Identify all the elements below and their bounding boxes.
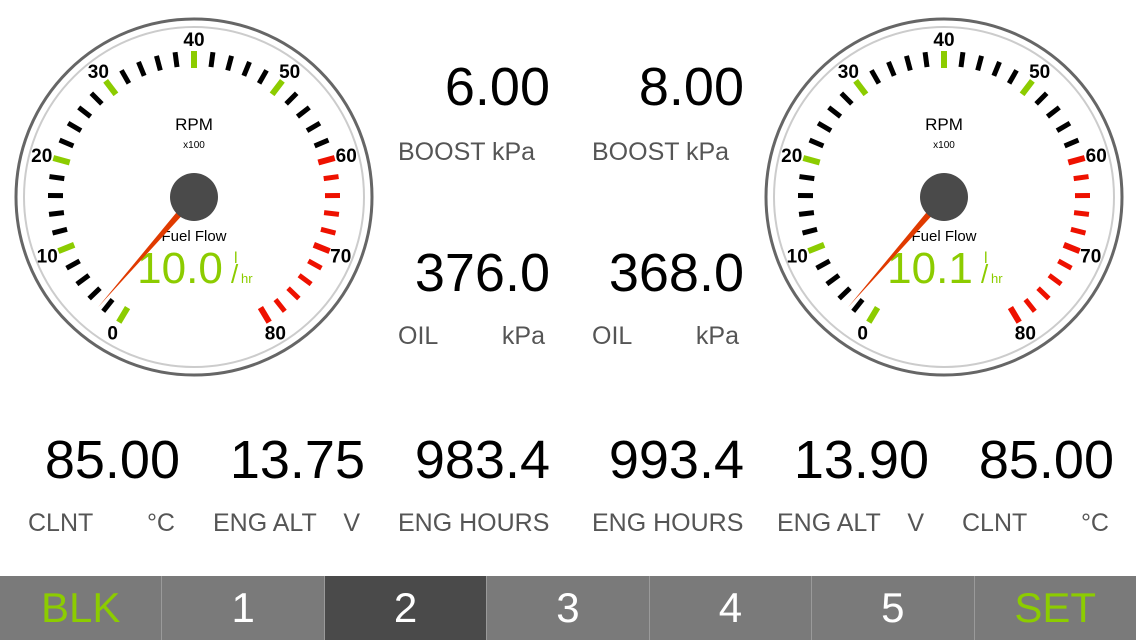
- rpm-gauge-right-scale-label-40: 40: [933, 30, 954, 51]
- coolant-left-label-group: CLNT °C: [28, 511, 175, 536]
- rpm-gauge-left-scale-label-80: 80: [265, 323, 286, 344]
- rpm-gauge-right-needle-hub: [920, 173, 968, 221]
- rpm-gauge-right-scale-label-30: 30: [838, 62, 859, 83]
- nav-page-3-button[interactable]: 3: [487, 576, 650, 640]
- boost-right-value: 8.00: [638, 57, 744, 117]
- rpm-gauge-right-scale-label-50: 50: [1029, 62, 1050, 83]
- rpm-gauge-left-tick-62: [323, 174, 339, 182]
- rpm-gauge-left-scale-label-30: 30: [88, 62, 109, 83]
- rpm-gauge-right-tick-62: [1073, 174, 1089, 182]
- rpm-gauge-right-scale-label-60: 60: [1086, 146, 1107, 167]
- rpm-gauge-right-tick-18: [799, 174, 815, 182]
- alternator-right-value: 13.90: [793, 430, 929, 490]
- rpm-gauge-left-title: RPM: [175, 115, 213, 134]
- rpm-gauge-left-scale-label-20: 20: [31, 146, 52, 167]
- rpm-gauge-right-fuel-unit-denominator: hr: [991, 271, 1003, 286]
- oil-right-label-group: OIL kPa: [592, 324, 739, 349]
- rpm-gauge-right-fuel-flow-label: Fuel Flow: [911, 228, 976, 245]
- nav-blk-button[interactable]: BLK: [0, 576, 163, 640]
- rpm-gauge-left-dial: 01020304050607080RPMx100Fuel Flow10.0 l/h…: [14, 17, 374, 377]
- rpm-gauge-right-scale-label-0: 0: [857, 323, 868, 344]
- coolant-right-unit: °C: [1080, 509, 1109, 537]
- rpm-gauge-left-fuel-flow-value: 10.0: [137, 244, 223, 293]
- rpm-gauge-right-scale-label-10: 10: [787, 247, 808, 268]
- engine-dashboard: 0 10 20 30 40 50 60 70 80 RPM x100 Fuel Flow 10.0 l / h…: [0, 0, 1136, 640]
- rpm-gauge-left-tick-42: [208, 51, 216, 68]
- coolant-right-label: CLNT: [962, 509, 1028, 537]
- oil-left-label: OIL: [398, 322, 439, 350]
- rpm-gauge-right-scale-label-70: 70: [1080, 247, 1101, 268]
- alternator-left-label: ENG ALT: [213, 509, 317, 537]
- boost-left-label: BOOST kPa: [398, 138, 536, 166]
- rpm-gauge-left-scale-label-50: 50: [279, 62, 300, 83]
- rpm-gauge-right-fuel-flow-value: 10.1: [887, 244, 973, 293]
- rpm-gauge-right-tick-66: [1073, 210, 1090, 217]
- alternator-right-label-group: ENG ALT V: [777, 511, 924, 536]
- rpm-gauge-right-dial: 01020304050607080RPMx100Fuel Flow10.1 l/h…: [764, 17, 1124, 377]
- nav-page-4-button[interactable]: 4: [650, 576, 813, 640]
- rpm-gauge-left-scale-label-0: 0: [107, 323, 118, 344]
- coolant-left-unit: °C: [146, 509, 175, 537]
- rpm-gauge-right-scale-label-20: 20: [781, 146, 802, 167]
- oil-left-unit: kPa: [501, 322, 545, 350]
- coolant-left-value: 85.00: [44, 430, 180, 490]
- rpm-gauge-left-needle-hub: [170, 173, 218, 221]
- oil-right-label: OIL: [592, 322, 633, 350]
- oil-left-label-group: OIL kPa: [398, 324, 545, 349]
- rpm-gauge-left-tick-66: [323, 210, 340, 217]
- coolant-right-value: 85.00: [978, 430, 1114, 490]
- nav-page-5-button[interactable]: 5: [812, 576, 975, 640]
- rpm-gauge-left-scale-label-40: 40: [183, 30, 204, 51]
- alternator-left-value: 13.75: [229, 430, 365, 490]
- rpm-gauge-right: 0 10 20 30 40 50 60 70 80 RPM x100 Fuel Flow 10.1 l / h…: [762, 15, 1126, 379]
- oil-right-unit: kPa: [695, 322, 739, 350]
- engine-hours-left-label: ENG HOURS: [398, 509, 550, 537]
- rpm-gauge-right-multiplier: x100: [933, 140, 955, 151]
- coolant-right-label-group: CLNT °C: [962, 511, 1109, 536]
- rpm-gauge-right-fuel-unit-slash: /: [981, 259, 989, 289]
- rpm-gauge-left-fuel-unit-denominator: hr: [241, 271, 253, 286]
- alternator-left-unit: V: [343, 509, 360, 537]
- rpm-gauge-left-scale-label-70: 70: [330, 247, 351, 268]
- rpm-gauge-left-tick-18: [49, 174, 65, 182]
- coolant-left-label: CLNT: [28, 509, 94, 537]
- oil-right-value: 368.0: [608, 243, 744, 303]
- rpm-gauge-left-multiplier: x100: [183, 140, 205, 151]
- nav-set-button[interactable]: SET: [975, 576, 1136, 640]
- rpm-gauge-right-tick-14: [798, 210, 815, 217]
- boost-left-value: 6.00: [444, 57, 550, 117]
- oil-left-value: 376.0: [414, 243, 550, 303]
- engine-hours-left-value: 983.4: [414, 430, 550, 490]
- rpm-gauge-left-scale-label-10: 10: [37, 247, 58, 268]
- rpm-gauge-left-fuel-unit-slash: /: [231, 259, 239, 289]
- alternator-right-label: ENG ALT: [777, 509, 881, 537]
- nav-page-2-button[interactable]: 2: [324, 576, 488, 640]
- rpm-gauge-right-title: RPM: [925, 115, 963, 134]
- alternator-right-unit: V: [907, 509, 924, 537]
- rpm-gauge-right-scale-label-80: 80: [1015, 323, 1036, 344]
- rpm-gauge-right-tick-38: [922, 51, 930, 68]
- rpm-gauge-left-tick-38: [172, 51, 180, 68]
- rpm-gauge-left-fuel-flow-label: Fuel Flow: [161, 228, 226, 245]
- engine-hours-right-value: 993.4: [608, 430, 744, 490]
- engine-hours-right-label: ENG HOURS: [592, 509, 744, 537]
- rpm-gauge-right-tick-42: [958, 51, 966, 68]
- rpm-gauge-left: 0 10 20 30 40 50 60 70 80 RPM x100 Fuel Flow 10.0 l / h…: [12, 15, 376, 379]
- page-nav-bar: BLK 1 2 3 4 5 SET: [0, 576, 1136, 640]
- rpm-gauge-left-scale-label-60: 60: [336, 146, 357, 167]
- alternator-left-label-group: ENG ALT V: [213, 511, 360, 536]
- rpm-gauge-left-tick-14: [48, 210, 65, 217]
- nav-page-1-button[interactable]: 1: [162, 576, 325, 640]
- boost-right-label: BOOST kPa: [592, 138, 730, 166]
